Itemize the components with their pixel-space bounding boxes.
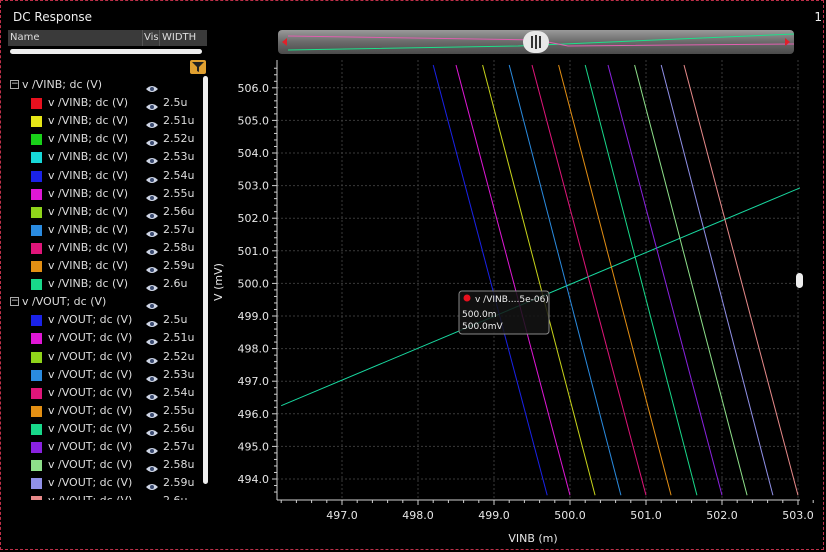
tooltip-y-value: 500.0mV — [462, 322, 504, 332]
y-tick-label: 494.0 — [238, 473, 270, 486]
tooltip-marker — [463, 294, 471, 302]
y-tick-label: 501.0 — [238, 245, 270, 258]
y-tick-label: 496.0 — [238, 408, 270, 421]
y-axis-label: V (mV) — [212, 263, 225, 301]
x-tick-label: 501.0 — [630, 509, 662, 522]
tooltip-title: v /VINB....5e-06) — [475, 295, 549, 305]
x-tick-label: 497.0 — [326, 509, 358, 522]
x-tick-label: 498.0 — [402, 509, 434, 522]
y-tick-label: 495.0 — [238, 440, 270, 453]
x-tick-label: 500.0 — [554, 509, 586, 522]
y-tick-label: 503.0 — [238, 180, 270, 193]
chart-scroll-handle[interactable] — [796, 273, 803, 288]
x-axis-label: VINB (m) — [508, 532, 557, 545]
x-tick-label: 502.0 — [706, 509, 738, 522]
tooltip-x-value: 500.0m — [462, 310, 497, 320]
y-tick-label: 497.0 — [238, 375, 270, 388]
x-tick-label: 499.0 — [478, 509, 510, 522]
y-tick-label: 498.0 — [238, 343, 270, 356]
y-tick-label: 504.0 — [238, 147, 270, 160]
y-tick-label: 505.0 — [238, 114, 270, 127]
y-tick-label: 502.0 — [238, 212, 270, 225]
dc-response-chart[interactable]: 494.0 495.0 496.0 497.0 498.0 499.0 500.0 501.0… — [0, 0, 826, 552]
y-tick-label: 500.0 — [238, 277, 270, 290]
y-tick-label: 499.0 — [238, 310, 270, 323]
y-tick-label: 506.0 — [238, 82, 270, 95]
x-tick-label: 503.0 — [782, 509, 814, 522]
